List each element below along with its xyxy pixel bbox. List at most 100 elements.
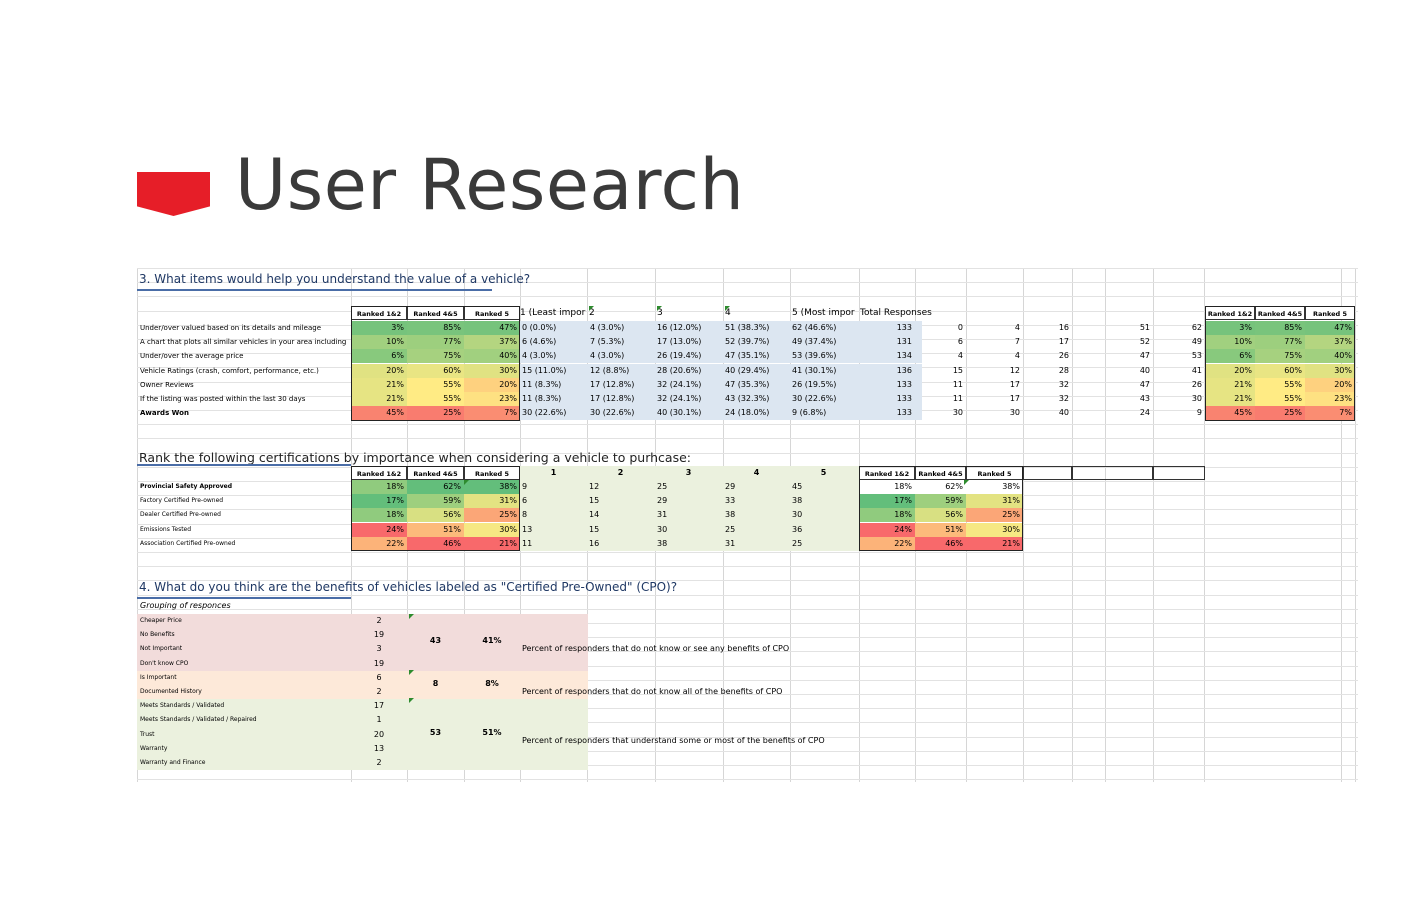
rank-3-cell: 25 xyxy=(657,482,668,491)
group-note: Percent of responders that do not know a… xyxy=(522,687,783,696)
gridline xyxy=(137,779,1358,781)
gridline xyxy=(137,296,1358,298)
count-cell: 30 xyxy=(952,408,963,418)
response-count: 13 xyxy=(373,743,385,753)
red-tab-marker xyxy=(137,172,210,216)
count-cell: 30 xyxy=(1191,394,1202,403)
row-label: Owner Reviews xyxy=(140,380,194,389)
question-4-title: 4. What do you think are the benefits of… xyxy=(139,580,678,594)
count-cell: 51 xyxy=(1139,323,1150,332)
rank-4-cell: 47 (35.3%) xyxy=(725,379,770,389)
response-count: 17 xyxy=(373,701,385,711)
total-cell: 133 xyxy=(896,323,912,332)
title-underline xyxy=(137,464,351,466)
rank-1-cell: 13 xyxy=(522,524,533,534)
count-cell: 17 xyxy=(1058,337,1069,347)
comment-indicator xyxy=(409,670,414,675)
rank-1-cell: 0 (0.0%) xyxy=(522,323,557,332)
row-label: Dealer Certified Pre-owned xyxy=(140,511,221,519)
rank-3-cell: 26 (19.4%) xyxy=(657,351,702,361)
response-label: No Benefits xyxy=(140,631,175,639)
gridline xyxy=(1355,268,1356,782)
group-percent: 51% xyxy=(482,728,502,737)
count-cell: 28 xyxy=(1058,365,1069,375)
rank-2-cell: 17 (12.8%) xyxy=(590,379,635,389)
rank-5-cell: 30 (22.6%) xyxy=(792,394,837,403)
gridline xyxy=(137,424,1358,426)
total-cell: 133 xyxy=(896,394,912,403)
group-count: 53 xyxy=(429,728,442,737)
rank-2-cell: 4 (3.0%) xyxy=(590,351,625,361)
response-count: 19 xyxy=(373,630,385,640)
gridline xyxy=(137,552,1358,553)
count-cell: 4 xyxy=(1014,351,1020,361)
count-cell: 52 xyxy=(1139,337,1150,347)
rank-1-cell: 11 xyxy=(522,538,533,548)
rank-4-cell: 31 xyxy=(725,538,736,548)
response-count: 20 xyxy=(373,729,385,739)
header-cell: Total Responses xyxy=(860,308,932,318)
rank-3-cell: 40 (30.1%) xyxy=(657,408,702,418)
group-note: Percent of responders that do not know o… xyxy=(522,644,790,653)
spreadsheet-screenshot: 3. What items would help you understand … xyxy=(137,268,1358,782)
total-cell: 136 xyxy=(896,365,912,375)
rank-4-cell: 43 (32.3%) xyxy=(725,394,770,403)
rank-1-cell: 8 xyxy=(522,510,528,520)
rank-3-cell: 38 xyxy=(657,538,668,548)
table-border xyxy=(351,306,520,421)
count-cell: 26 xyxy=(1058,351,1069,361)
rank-3-cell: 32 (24.1%) xyxy=(657,379,702,389)
comment-indicator xyxy=(409,614,414,619)
rank-2-cell: 15 xyxy=(589,524,600,534)
comment-indicator xyxy=(657,306,662,311)
response-count: 2 xyxy=(376,687,382,696)
count-cell: 11 xyxy=(952,394,963,403)
row-label: Factory Certified Pre-owned xyxy=(140,497,224,505)
count-cell: 4 xyxy=(1014,323,1020,332)
row-label: Emissions Tested xyxy=(140,525,192,533)
rank-3-cell: 17 (13.0%) xyxy=(657,337,702,347)
header-cell: 3 xyxy=(657,308,663,318)
rank-2-cell: 12 xyxy=(589,482,600,491)
rank-5-cell: 30 xyxy=(792,510,803,520)
rank-5-cell: 41 (30.1%) xyxy=(792,365,837,375)
total-cell: 133 xyxy=(896,408,912,418)
table-border xyxy=(351,466,520,551)
rank-4-cell: 29 xyxy=(725,482,736,491)
response-count: 2 xyxy=(376,758,382,767)
header-cell: 4 xyxy=(725,308,731,318)
group-count: 43 xyxy=(429,636,442,645)
certification-question-title: Rank the following certifications by imp… xyxy=(139,450,691,465)
response-label: Not Important xyxy=(140,645,183,653)
header-cell: 3 xyxy=(685,468,692,477)
rank-5-cell: 26 (19.5%) xyxy=(792,379,837,389)
rank-3-cell: 30 xyxy=(657,524,668,534)
row-label: If the listing was posted within the las… xyxy=(140,395,306,403)
count-cell: 53 xyxy=(1191,351,1202,361)
count-cell: 26 xyxy=(1191,379,1202,389)
response-label: Documented History xyxy=(140,688,202,695)
rank-1-cell: 6 xyxy=(522,496,528,506)
rank-1-cell: 4 (3.0%) xyxy=(522,351,557,361)
header-cell: 2 xyxy=(589,308,595,318)
comment-indicator xyxy=(409,698,414,703)
rank-4-cell: 40 (29.4%) xyxy=(725,365,770,375)
comment-indicator xyxy=(589,306,594,311)
rank-2-cell: 4 (3.0%) xyxy=(590,323,625,332)
table-border xyxy=(859,466,1023,551)
empty-header-cell xyxy=(1153,466,1205,480)
count-cell: 12 xyxy=(1009,365,1020,375)
rank-2-cell: 16 xyxy=(589,538,600,548)
count-cell: 6 xyxy=(957,337,963,347)
count-cell: 0 xyxy=(957,323,963,332)
rank-4-cell: 38 xyxy=(725,510,736,520)
total-cell: 134 xyxy=(896,351,912,361)
row-label: Vehicle Ratings (crash, comfort, perform… xyxy=(140,366,319,375)
count-cell: 17 xyxy=(1009,379,1020,389)
response-label: Meets Standards / Validated xyxy=(140,702,225,710)
row-label: Awards Won xyxy=(140,409,189,418)
rank-1-cell: 11 (8.3%) xyxy=(522,379,562,389)
group-note: Percent of responders that understand so… xyxy=(522,736,825,745)
group-percent: 8% xyxy=(485,679,499,688)
header-cell: 1 xyxy=(550,468,557,477)
